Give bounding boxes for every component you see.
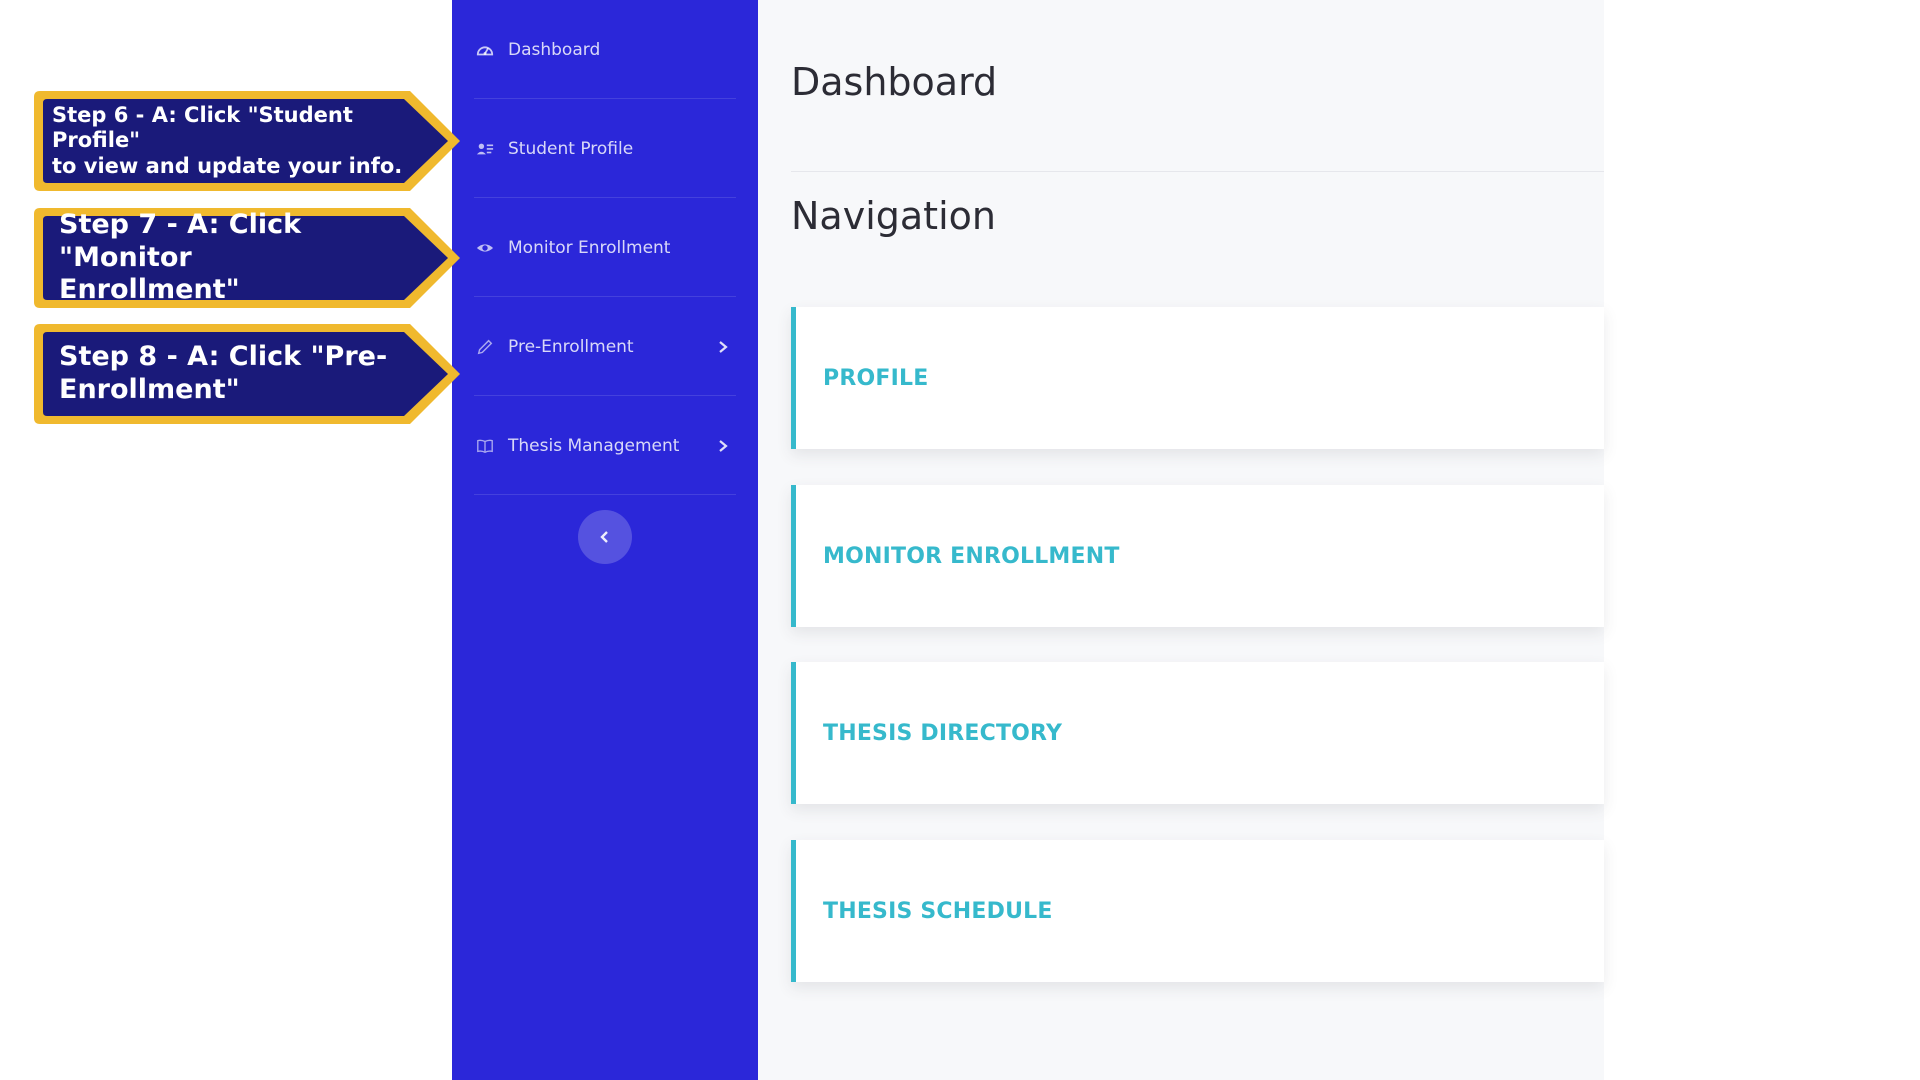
step-8-callout: Step 8 - A: Click "Pre- Enrollment" <box>32 322 462 426</box>
sidebar-item-label: Monitor Enrollment <box>508 237 671 258</box>
user-list-icon <box>474 138 496 160</box>
card-label: MONITOR ENROLLMENT <box>823 543 1120 569</box>
sidebar-item-label: Dashboard <box>508 39 601 60</box>
sidebar-item-dashboard[interactable]: Dashboard <box>474 0 736 99</box>
callout-line: Step 8 - A: Click "Pre- <box>59 341 388 373</box>
callout-text: Step 8 - A: Click "Pre- Enrollment" <box>59 322 406 426</box>
sidebar-item-thesis-management[interactable]: Thesis Management <box>474 396 736 495</box>
sidebar-collapse-button[interactable] <box>578 510 632 564</box>
callout-line: Enrollment" <box>59 374 240 405</box>
step-7-callout: Step 7 - A: Click "Monitor Enrollment" <box>32 206 462 310</box>
card-label: THESIS DIRECTORY <box>823 720 1063 746</box>
callout-text: Step 6 - A: Click "Student Profile" to v… <box>52 89 406 193</box>
sidebar-item-label: Thesis Management <box>508 435 680 456</box>
sidebar-item-label: Student Profile <box>508 138 634 159</box>
card-monitor-enrollment[interactable]: MONITOR ENROLLMENT <box>791 485 1604 627</box>
sidebar-item-student-profile[interactable]: Student Profile <box>474 99 736 198</box>
sidebar-item-pre-enrollment[interactable]: Pre-Enrollment <box>474 297 736 396</box>
sidebar-item-monitor-enrollment[interactable]: Monitor Enrollment <box>474 198 736 297</box>
book-icon <box>474 435 496 457</box>
chevron-right-icon <box>719 340 728 353</box>
card-thesis-schedule[interactable]: THESIS SCHEDULE <box>791 840 1604 982</box>
callout-line: Step 7 - A: Click "Monitor <box>59 208 302 273</box>
page-title: Dashboard <box>791 60 998 104</box>
gauge-icon <box>474 39 496 61</box>
callout-line: Step 6 - A: Click "Student Profile" <box>52 102 353 153</box>
main-content: Dashboard Navigation PROFILE MONITOR ENR… <box>758 0 1604 1080</box>
eye-icon <box>474 237 496 259</box>
callout-line: to view and update your info. <box>52 153 403 178</box>
card-thesis-directory[interactable]: THESIS DIRECTORY <box>791 662 1604 804</box>
pencil-icon <box>474 336 496 358</box>
chevron-left-icon <box>600 531 608 543</box>
sidebar: Dashboard Student Profile Monitor Enroll… <box>452 0 758 1080</box>
chevron-right-icon <box>719 439 728 452</box>
callout-line: Enrollment" <box>59 274 240 306</box>
sidebar-item-label: Pre-Enrollment <box>508 336 634 357</box>
divider <box>791 171 1604 172</box>
step-6-callout: Step 6 - A: Click "Student Profile" to v… <box>32 89 462 193</box>
card-label: THESIS SCHEDULE <box>823 898 1053 924</box>
card-profile[interactable]: PROFILE <box>791 307 1604 449</box>
section-title: Navigation <box>791 194 996 238</box>
card-label: PROFILE <box>823 365 929 391</box>
callout-text: Step 7 - A: Click "Monitor Enrollment" <box>59 206 406 310</box>
